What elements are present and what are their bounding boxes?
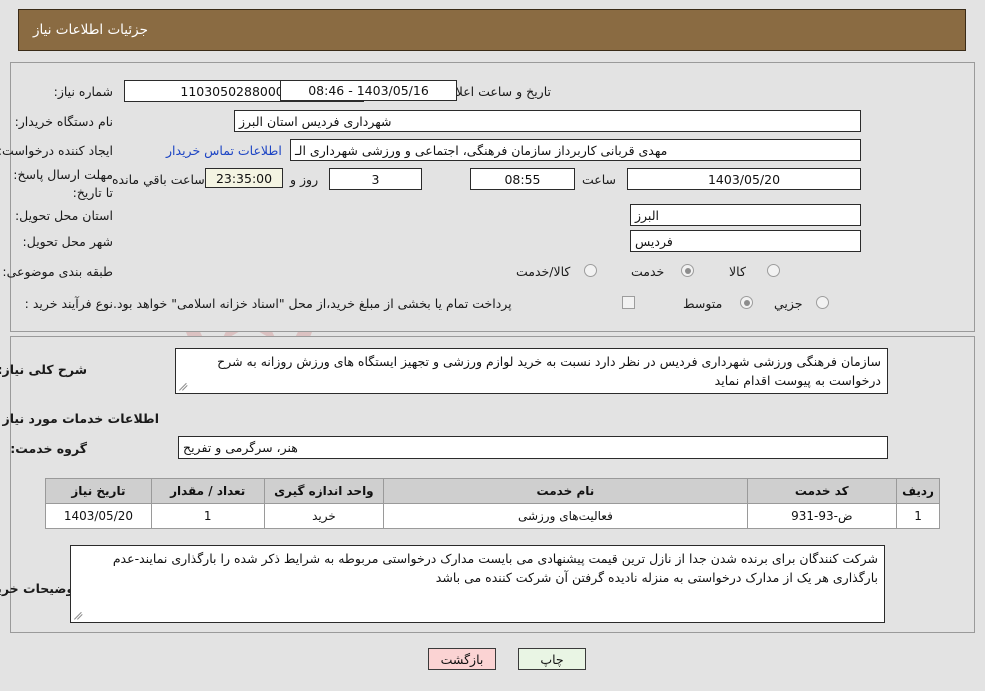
print-button[interactable]: چاپ (518, 648, 586, 670)
table-header-row: ردیف کد خدمت نام خدمت واحد اندازه گیری ت… (45, 478, 940, 504)
col-quantity: تعداد / مقدار (150, 478, 265, 504)
hour-label: ساعت (582, 172, 617, 187)
radio-category-kala[interactable] (767, 264, 780, 277)
description-text: سازمان فرهنگی ورزشی شهرداری فردیس در نظر… (217, 354, 881, 389)
deadline-label: مهلت ارسال پاسخ: تا تاریخ: (13, 167, 113, 201)
col-need-date: تاریخ نیاز (45, 478, 152, 504)
radio-category-kala-khedmat-label: کالا/خدمت (516, 264, 571, 279)
buyer-notes-text: شرکت کنندگان برای برنده شدن جدا از نازل … (112, 551, 878, 586)
radio-category-kala-label: کالا (729, 264, 746, 279)
page-root: AriaTender.net جزئیات اطلاعات نیاز شماره… (0, 0, 985, 691)
radio-process-jozei-label: جزیي (774, 296, 803, 311)
col-row: ردیف (896, 478, 940, 504)
treasury-docs-checkbox[interactable] (622, 296, 635, 309)
table-row: 1 ض-93-931 فعالیت‌های ورزشی خرید 1 1403/… (45, 503, 940, 529)
services-table: ردیف کد خدمت نام خدمت واحد اندازه گیری ت… (45, 478, 940, 529)
creator-label: ایجاد کننده درخواست: (0, 143, 113, 158)
days-word-label: روز و (290, 172, 319, 187)
category-label: طبقه بندی موضوعی: (2, 264, 113, 279)
services-heading: اطلاعات خدمات مورد نیاز (2, 411, 160, 426)
process-label: نوع فرآیند خرید : (24, 296, 113, 311)
province-label: استان محل تحویل: (14, 208, 113, 223)
radio-process-motavaset-label: متوسط (683, 296, 723, 311)
cell-service-code: ض-93-931 (746, 503, 898, 529)
description-value[interactable]: سازمان فرهنگی ورزشی شهرداری فردیس در نظر… (175, 348, 888, 394)
cell-service-name: فعالیت‌های ورزشی (383, 503, 748, 529)
service-group-value: هنر، سرگرمی و تفریح (178, 436, 888, 459)
buyer-notes-value[interactable]: شرکت کنندگان برای برنده شدن جدا از نازل … (70, 545, 885, 623)
city-value: فردیس (630, 230, 861, 252)
back-button[interactable]: بازگشت (428, 648, 496, 670)
resize-grip-icon[interactable] (178, 380, 190, 392)
page-title: جزئیات اطلاعات نیاز (33, 22, 148, 38)
buyer-org-label: نام دستگاه خریدار: (14, 114, 113, 129)
announce-datetime-value: 1403/05/16 - 08:46 (280, 80, 457, 101)
cell-row: 1 (896, 503, 940, 529)
buyer-notes-label: توضیحات خریدار: (0, 581, 79, 596)
city-label: شهر محل تحویل: (22, 234, 113, 249)
description-label: شرح کلی نیاز: (0, 362, 87, 377)
treasury-docs-label: پرداخت تمام یا بخشی از مبلغ خرید،از محل … (113, 296, 512, 311)
need-info-panel (10, 62, 975, 332)
radio-category-khedmat-label: خدمت (631, 264, 665, 279)
page-title-bar: جزئیات اطلاعات نیاز (18, 9, 966, 51)
col-unit: واحد اندازه گیری (263, 478, 385, 504)
cell-need-date: 1403/05/20 (45, 503, 152, 529)
deadline-date-value: 1403/05/20 (627, 168, 861, 190)
col-service-code: کد خدمت (746, 478, 898, 504)
remaining-suffix-label: ساعت باقي مانده (112, 172, 205, 187)
cell-quantity: 1 (150, 503, 265, 529)
col-service-name: نام خدمت (383, 478, 748, 504)
radio-category-khedmat[interactable] (681, 264, 694, 277)
province-value: البرز (630, 204, 861, 226)
buyer-contact-link[interactable]: اطلاعات تماس خریدار (166, 143, 282, 158)
days-remaining-value: 3 (329, 168, 422, 190)
deadline-time-value: 08:55 (470, 168, 575, 190)
creator-value: مهدی قربانی کاربرداز سازمان فرهنگی، اجتم… (290, 139, 861, 161)
time-remaining-value: 23:35:00 (205, 168, 283, 188)
cell-unit: خرید (263, 503, 385, 529)
service-group-label: گروه خدمت: (10, 441, 87, 456)
need-number-label: شماره نیاز: (53, 84, 113, 99)
radio-category-kala-khedmat[interactable] (584, 264, 597, 277)
buyer-org-value: شهرداری فردیس استان البرز (234, 110, 861, 132)
radio-process-jozei[interactable] (816, 296, 829, 309)
resize-grip-icon-notes[interactable] (73, 609, 85, 621)
radio-process-motavaset[interactable] (740, 296, 753, 309)
